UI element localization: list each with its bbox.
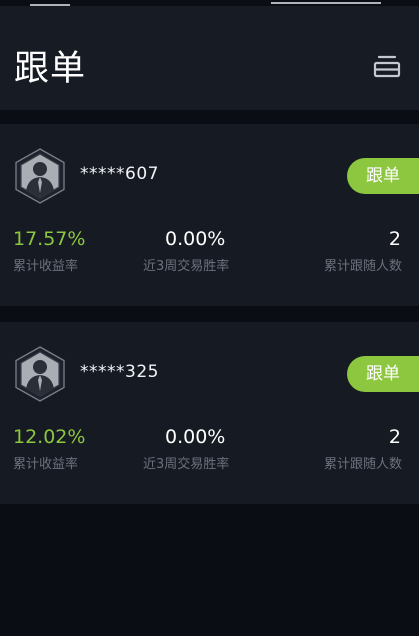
stack-menu-glyph (373, 55, 401, 78)
win-rate-label: 近3周交易胜率 (143, 457, 230, 472)
win-rate-value: 0.00% (165, 426, 226, 448)
stack-menu-icon[interactable] (373, 54, 401, 78)
user-avatar-hexagon-icon (14, 148, 66, 204)
username: *****607 (80, 164, 159, 184)
win-rate-label: 近3周交易胜率 (143, 259, 230, 274)
follow-button[interactable]: 跟单 (347, 158, 419, 194)
username: *****325 (80, 362, 159, 382)
cumulative-return-label: 累计收益率 (13, 457, 79, 472)
cumulative-return-label: 累计收益率 (13, 259, 79, 274)
page-title: 跟单 (14, 49, 87, 89)
trader-card[interactable]: *****325 跟单 12.02% 累计收益率 0.00% 近3周交易胜率 2… (0, 322, 419, 504)
app-header: 跟单 (0, 6, 419, 110)
followers-count-value: 2 (388, 228, 401, 250)
followers-count-label: 累计跟随人数 (323, 259, 402, 274)
followers-count-value: 2 (388, 426, 401, 448)
cumulative-return-value: 17.57% (13, 228, 86, 250)
follow-button[interactable]: 跟单 (347, 356, 419, 392)
win-rate-value: 0.00% (165, 228, 226, 250)
user-avatar-hexagon-icon (14, 346, 66, 402)
followers-count-label: 累计跟随人数 (323, 457, 402, 472)
cumulative-return-value: 12.02% (13, 426, 86, 448)
status-icons (271, 0, 381, 4)
trader-card[interactable]: *****607 跟单 17.57% 累计收益率 0.00% 近3周交易胜率 2… (0, 124, 419, 306)
